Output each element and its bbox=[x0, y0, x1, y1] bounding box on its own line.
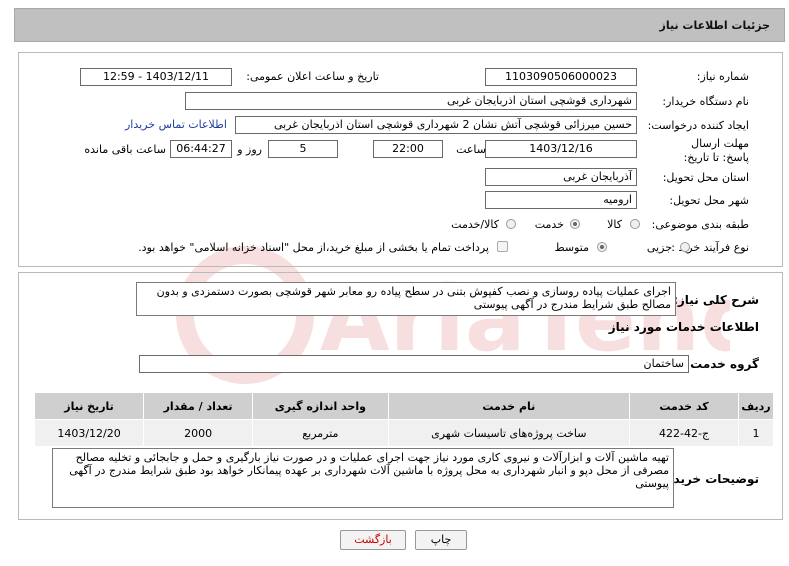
buyer-org-field: شهرداری قوشچی استان اذربایجان غربی bbox=[185, 92, 637, 110]
treasury-payment-checkbox[interactable] bbox=[497, 241, 508, 252]
days-remaining-field: 5 bbox=[268, 140, 338, 158]
service-group-label: گروه خدمت: bbox=[685, 357, 759, 371]
services-section-title: اطلاعات خدمات مورد نیاز bbox=[608, 320, 759, 334]
announce-datetime-label: تاریخ و ساعت اعلان عمومی: bbox=[246, 70, 379, 83]
delivery-city-label: شهر محل تحویل: bbox=[669, 194, 749, 207]
col-header-unit: واحد اندازه گیری bbox=[252, 392, 389, 420]
category-label: طبقه بندی موضوعی: bbox=[651, 218, 749, 231]
days-label: روز و bbox=[237, 143, 262, 156]
requester-field: حسین میرزائی قوشچی آتش نشان 2 شهرداری قو… bbox=[235, 116, 637, 134]
delivery-city-field: ارومیه bbox=[485, 191, 637, 209]
service-group-field: ساختمان bbox=[139, 355, 689, 373]
table-header-row: ردیف کد خدمت نام خدمت واحد اندازه گیری ت… bbox=[33, 392, 774, 420]
buyer-notes-text: تهیه ماشین آلات و ابزارآلات و نیروی کاری… bbox=[52, 448, 674, 508]
col-header-row-number: ردیف bbox=[738, 392, 774, 420]
print-button[interactable]: چاپ bbox=[415, 530, 467, 550]
col-header-service-code: کد خدمت bbox=[629, 392, 740, 420]
category-service-label: خدمت bbox=[534, 218, 564, 231]
col-header-need-date: تاریخ نیاز bbox=[33, 392, 145, 420]
deadline-label: مهلت ارسال پاسخ: تا تاریخ: bbox=[683, 137, 749, 164]
purchase-minor-radio[interactable] bbox=[680, 242, 690, 252]
cell-need-date: 1403/12/20 bbox=[33, 419, 145, 447]
purchase-medium-radio[interactable] bbox=[597, 242, 607, 252]
cell-unit: مترمربع bbox=[252, 419, 389, 447]
purchase-medium-label: متوسط bbox=[554, 241, 589, 254]
cell-row-number: 1 bbox=[738, 419, 774, 447]
announce-datetime-field: 1403/12/11 - 12:59 bbox=[80, 68, 232, 86]
col-header-service-name: نام خدمت bbox=[387, 392, 631, 420]
col-header-quantity: تعداد / مقدار bbox=[143, 392, 254, 420]
cell-service-name: ساخت پروژه‌های تاسیسات شهری bbox=[387, 419, 631, 447]
buyer-org-label: نام دستگاه خریدار: bbox=[662, 95, 749, 108]
deadline-time-label: ساعت bbox=[456, 143, 486, 156]
category-goods-service-radio[interactable] bbox=[506, 219, 516, 229]
delivery-province-field: آذربایجان غربی bbox=[485, 168, 637, 186]
time-remaining-label: ساعت باقی مانده bbox=[84, 143, 166, 156]
page-title: جزئیات اطلاعات نیاز bbox=[659, 19, 771, 32]
table-row: 1 ج-42-422 ساخت پروژه‌های تاسیسات شهری م… bbox=[33, 419, 774, 447]
buyer-contact-link[interactable]: اطلاعات تماس خریدار bbox=[125, 118, 227, 131]
back-button[interactable]: بازگشت bbox=[340, 530, 406, 550]
category-goods-radio[interactable] bbox=[630, 219, 640, 229]
need-number-label: شماره نیاز: bbox=[696, 70, 749, 83]
requester-label: ایجاد کننده درخواست: bbox=[647, 119, 749, 132]
purchase-minor-label: جزیی bbox=[646, 241, 672, 254]
deadline-time-field: 22:00 bbox=[373, 140, 443, 158]
services-table: ردیف کد خدمت نام خدمت واحد اندازه گیری ت… bbox=[33, 392, 774, 447]
category-goods-service-label: کالا/خدمت bbox=[451, 218, 499, 231]
page-title-bar: جزئیات اطلاعات نیاز bbox=[14, 8, 785, 42]
general-description-text: اجرای عملیات پیاده روسازی و نصب کفپوش بت… bbox=[136, 282, 676, 316]
general-description-label: شرح کلی نیاز: bbox=[673, 293, 759, 307]
deadline-date-field: 1403/12/16 bbox=[485, 140, 637, 158]
treasury-payment-note: پرداخت تمام یا بخشی از مبلغ خرید،از محل … bbox=[138, 241, 489, 254]
category-goods-label: کالا bbox=[607, 218, 622, 231]
cell-quantity: 2000 bbox=[143, 419, 254, 447]
need-number-field: 1103090506000023 bbox=[485, 68, 637, 86]
time-remaining-field: 06:44:27 bbox=[170, 140, 232, 158]
delivery-province-label: استان محل تحویل: bbox=[662, 171, 749, 184]
category-service-radio[interactable] bbox=[570, 219, 580, 229]
cell-service-code: ج-42-422 bbox=[629, 419, 740, 447]
